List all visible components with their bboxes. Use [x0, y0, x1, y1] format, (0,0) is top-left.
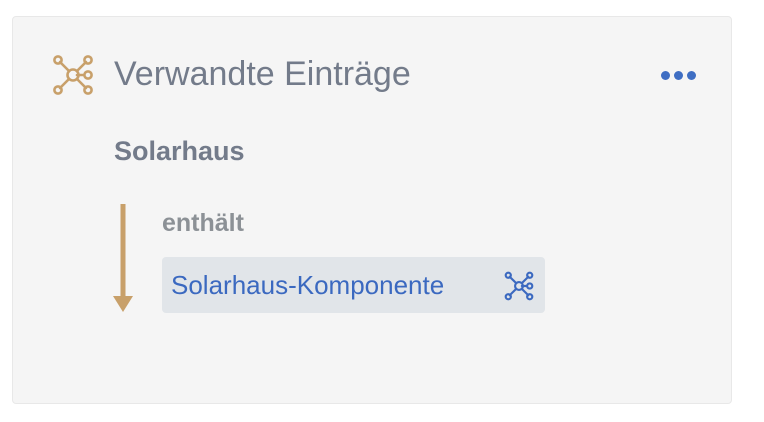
more-horizontal-icon-dot	[673, 70, 683, 80]
relation-type-label: enthält	[162, 209, 244, 237]
network-graph-icon	[53, 55, 93, 95]
more-horizontal-icon-dot	[660, 70, 670, 80]
arrow-down-icon	[113, 204, 133, 312]
more-horizontal-icon-dot	[686, 70, 696, 80]
related-entry-label[interactable]: Solarhaus-Komponente	[171, 268, 444, 302]
network-graph-icon	[504, 271, 534, 301]
more-options-button[interactable]	[654, 64, 702, 86]
panel-title: Verwandte Einträge	[114, 55, 411, 93]
related-entry-link[interactable]: Solarhaus-Komponente	[162, 257, 545, 313]
source-entry-label: Solarhaus	[114, 136, 245, 166]
